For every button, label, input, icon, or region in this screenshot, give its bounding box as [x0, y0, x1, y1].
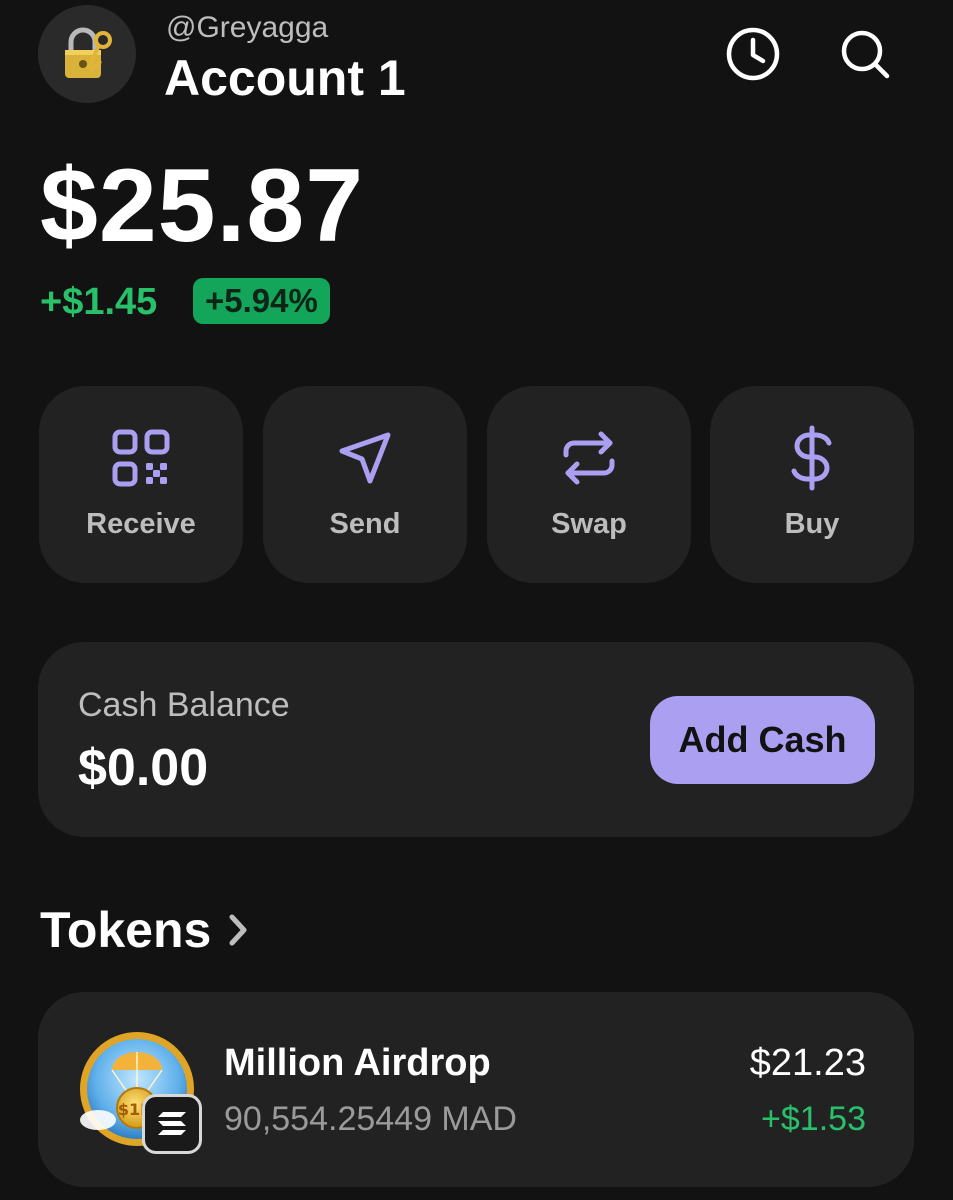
balance-change-percent-badge: +5.94%	[193, 278, 330, 324]
chevron-right-icon	[229, 914, 247, 946]
solana-chain-badge	[142, 1094, 202, 1154]
account-name[interactable]: Account 1	[164, 48, 406, 108]
clock-icon	[726, 27, 780, 81]
balance-change-amount: +$1.45	[40, 281, 158, 323]
token-change: +$1.53	[761, 1100, 866, 1138]
dollar-icon	[791, 425, 832, 491]
swap-button[interactable]: Swap	[487, 386, 691, 583]
swap-label: Swap	[551, 508, 627, 540]
wallet-home: @Greyagga Account 1 $25.87 +$1.45 +5.94%	[0, 0, 953, 1200]
qr-code-icon	[112, 429, 170, 487]
add-cash-button[interactable]: Add Cash	[650, 696, 875, 784]
buy-label: Buy	[784, 508, 840, 540]
token-amount: 90,554.25449 MAD	[224, 1100, 517, 1138]
token-value: $21.23	[749, 1042, 866, 1084]
swap-arrows-icon	[563, 431, 615, 485]
send-label: Send	[329, 508, 401, 540]
cash-balance-label: Cash Balance	[78, 686, 290, 724]
cash-balance-value: $0.00	[78, 739, 209, 797]
receive-button[interactable]: Receive	[39, 386, 243, 583]
total-balance: $25.87	[40, 148, 365, 264]
buy-button[interactable]: Buy	[710, 386, 914, 583]
account-handle: @Greyagga	[166, 11, 329, 44]
send-button[interactable]: Send	[263, 386, 467, 583]
paper-plane-icon	[339, 432, 391, 484]
cash-balance-card[interactable]: Cash Balance $0.00 Add Cash	[38, 642, 914, 837]
lock-key-icon	[65, 27, 112, 78]
solana-icon	[158, 1112, 186, 1135]
search-button[interactable]	[835, 24, 895, 84]
tokens-section-link[interactable]: Tokens	[40, 900, 249, 960]
token-name: Million Airdrop	[224, 1042, 491, 1084]
receive-label: Receive	[86, 508, 196, 540]
tokens-heading: Tokens	[40, 902, 212, 958]
history-button[interactable]	[723, 24, 783, 84]
account-avatar[interactable]	[38, 5, 136, 103]
search-icon	[841, 30, 890, 79]
token-row[interactable]: $1M Million Airdrop 90,554.25449 MAD $21…	[38, 992, 914, 1187]
